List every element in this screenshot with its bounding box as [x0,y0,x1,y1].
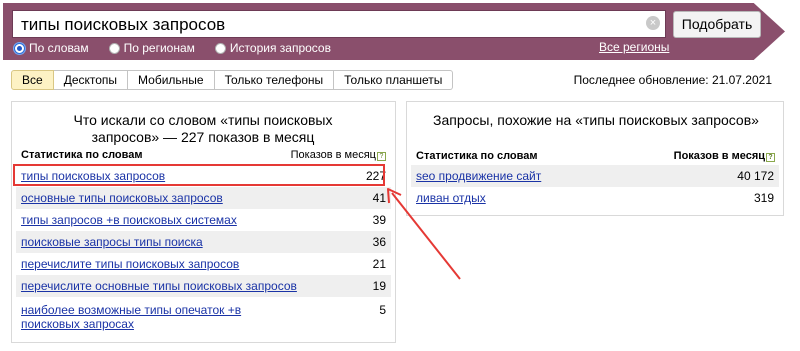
annotation-arrow-icon [387,188,461,280]
